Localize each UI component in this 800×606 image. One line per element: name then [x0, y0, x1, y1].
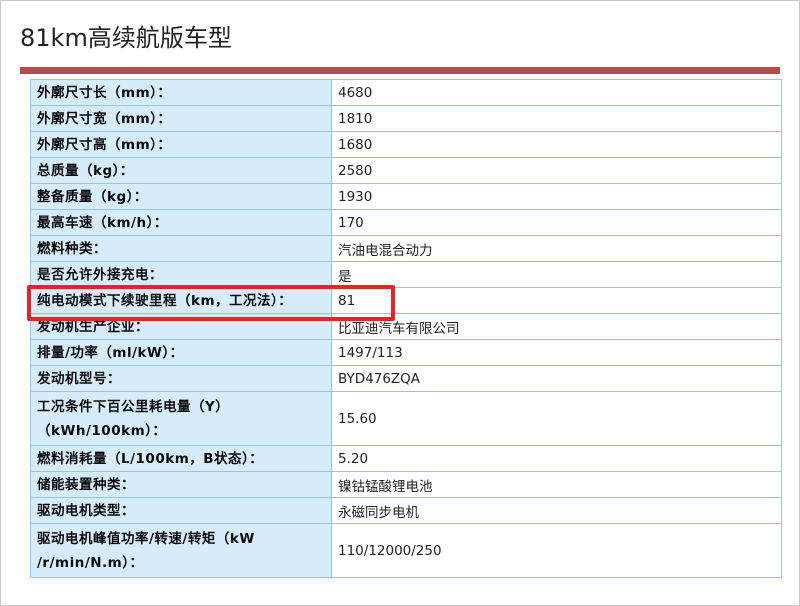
highlight-box	[27, 285, 395, 321]
spec-value: 110/12000/250	[331, 523, 782, 578]
spec-row-height: 外廓尺寸高（mm）： 1680	[30, 131, 782, 158]
spec-row-fuel-consumption: 燃料消耗量（L/100km，B状态）： 5.20	[30, 445, 782, 472]
spec-row-fuel-type: 燃料种类： 汽油电混合动力	[30, 235, 782, 262]
spec-row-battery-type: 储能装置种类： 镍钴锰酸锂电池	[30, 471, 782, 498]
spec-value: 2580	[331, 157, 782, 184]
spec-table: 外廓尺寸长（mm）： 4680 外廓尺寸宽（mm）： 1810 外廓尺寸高（mm…	[30, 79, 782, 578]
spec-label: 工况条件下百公里耗电量（Y）（kWh/100km）：	[30, 391, 332, 446]
spec-label: 整备质量（kg）：	[30, 183, 332, 210]
spec-value: 1680	[331, 131, 782, 158]
spec-value: 4680	[331, 79, 782, 106]
spec-row-engine-model: 发动机型号： BYD476ZQA	[30, 365, 782, 392]
spec-label: 燃料消耗量（L/100km，B状态）：	[30, 445, 332, 472]
page-title: 81km高续航版车型	[20, 24, 232, 52]
spec-value: 1930	[331, 183, 782, 210]
spec-label: 是否允许外接充电：	[30, 261, 332, 288]
spec-label: 发动机型号：	[30, 365, 332, 392]
spec-value: 1497/113	[331, 339, 782, 366]
spec-value: 汽油电混合动力	[331, 235, 782, 262]
spec-value: BYD476ZQA	[331, 365, 782, 392]
spec-row-curb-mass: 整备质量（kg）： 1930	[30, 183, 782, 210]
title-divider	[20, 67, 780, 74]
spec-row-width: 外廓尺寸宽（mm）： 1810	[30, 105, 782, 132]
spec-value: 永磁同步电机	[331, 497, 782, 524]
spec-label: 外廓尺寸高（mm）：	[30, 131, 332, 158]
spec-label: 外廓尺寸长（mm）：	[30, 79, 332, 106]
spec-value: 170	[331, 209, 782, 236]
spec-label: 储能装置种类：	[30, 471, 332, 498]
spec-row-energy-consumption: 工况条件下百公里耗电量（Y）（kWh/100km）： 15.60	[30, 391, 782, 446]
spec-label: 燃料种类：	[30, 235, 332, 262]
spec-row-top-speed: 最高车速（km/h）： 170	[30, 209, 782, 236]
spec-label: 总质量（kg）：	[30, 157, 332, 184]
spec-row-motor-type: 驱动电机类型： 永磁同步电机	[30, 497, 782, 524]
spec-label: 驱动电机类型：	[30, 497, 332, 524]
spec-value: 是	[331, 261, 782, 288]
spec-value: 镍钴锰酸锂电池	[331, 471, 782, 498]
spec-row-displacement-power: 排量/功率（ml/kW）： 1497/113	[30, 339, 782, 366]
spec-row-motor-peak: 驱动电机峰值功率/转速/转矩（kW /r/min/N.m）： 110/12000…	[30, 523, 782, 578]
spec-label: 排量/功率（ml/kW）：	[30, 339, 332, 366]
spec-label: 外廓尺寸宽（mm）：	[30, 105, 332, 132]
spec-value: 比亚迪汽车有限公司	[331, 313, 782, 340]
spec-value: 5.20	[331, 445, 782, 472]
spec-label: 最高车速（km/h）：	[30, 209, 332, 236]
spec-row-total-mass: 总质量（kg）： 2580	[30, 157, 782, 184]
spec-label: 驱动电机峰值功率/转速/转矩（kW /r/min/N.m）：	[30, 523, 332, 578]
spec-value: 1810	[331, 105, 782, 132]
spec-row-length: 外廓尺寸长（mm）： 4680	[30, 79, 782, 106]
spec-value: 81	[331, 287, 782, 314]
spec-row-external-charging: 是否允许外接充电： 是	[30, 261, 782, 288]
spec-value: 15.60	[331, 391, 782, 446]
